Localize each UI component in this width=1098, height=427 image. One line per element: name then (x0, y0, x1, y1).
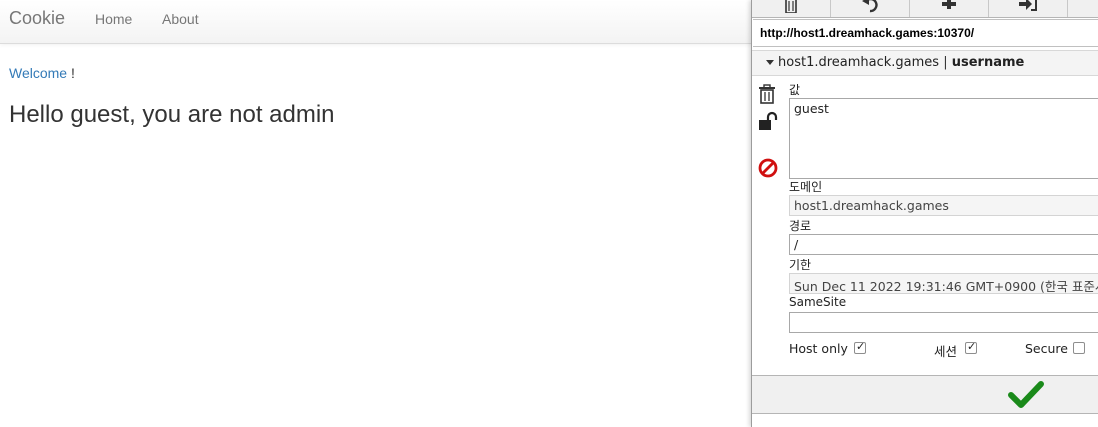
check-icon: ✓ (856, 340, 866, 353)
domain-label: 도메인 (789, 180, 823, 194)
cookie-editor-panel: http://host1.dreamhack.games:10370/ host… (751, 0, 1098, 427)
welcome-text: Welcome (9, 65, 68, 81)
cookie-toolbar (752, 0, 1098, 18)
expand-caret-icon[interactable] (766, 60, 774, 65)
secure-label: Secure (1025, 341, 1068, 356)
nav-home-link[interactable]: Home (95, 11, 132, 27)
block-cookie-icon[interactable] (758, 158, 778, 182)
value-textarea[interactable]: guest (789, 98, 1098, 179)
import-icon (1018, 0, 1038, 13)
cookie-footer (752, 375, 1098, 414)
cookie-list-item[interactable]: host1.dreamhack.games | username (752, 50, 1098, 76)
add-cookie-button[interactable] (910, 0, 989, 17)
domain-field[interactable]: host1.dreamhack.games (789, 195, 1098, 216)
delete-cookie-icon[interactable] (758, 84, 776, 108)
save-button[interactable] (1008, 380, 1044, 412)
import-button[interactable] (989, 0, 1068, 17)
url-text: http://host1.dreamhack.games:10370/ (760, 26, 975, 40)
path-label: 경로 (789, 219, 812, 233)
trash-icon (784, 0, 798, 13)
secure-checkbox[interactable] (1073, 342, 1085, 354)
session-label: 세션 (934, 344, 958, 359)
cookie-title: host1.dreamhack.games | username (778, 55, 1024, 70)
host-only-label: Host only (789, 341, 848, 356)
url-bar[interactable]: http://host1.dreamhack.games:10370/ (753, 19, 1098, 47)
delete-all-button[interactable] (752, 0, 831, 17)
cookie-domain-text: host1.dreamhack.games (778, 55, 940, 70)
nav-about-link[interactable]: About (162, 11, 199, 27)
samesite-select[interactable] (789, 312, 1098, 333)
expires-label: 기한 (789, 258, 812, 272)
expires-field[interactable]: Sun Dec 11 2022 19:31:46 GMT+0900 (한국 표준… (789, 273, 1098, 294)
reload-button[interactable] (831, 0, 910, 17)
samesite-label: SameSite (789, 295, 847, 309)
welcome-message: Welcome ! (9, 65, 75, 81)
add-icon (940, 0, 958, 13)
check-icon: ✓ (967, 340, 977, 353)
brand-link[interactable]: Cookie (9, 8, 65, 29)
path-field[interactable]: / (789, 234, 1098, 255)
cookie-name-text: username (951, 55, 1025, 70)
host-only-checkbox[interactable]: ✓ (854, 340, 866, 354)
checkmark-icon (1008, 381, 1044, 412)
page-headline: Hello guest, you are not admin (9, 101, 335, 128)
undo-icon (861, 0, 879, 13)
value-label: 값 (789, 83, 801, 97)
cookie-title-separator: | (943, 55, 948, 70)
unlock-icon[interactable] (758, 111, 780, 135)
session-checkbox[interactable]: ✓ (965, 340, 977, 354)
welcome-bang: ! (70, 65, 75, 81)
